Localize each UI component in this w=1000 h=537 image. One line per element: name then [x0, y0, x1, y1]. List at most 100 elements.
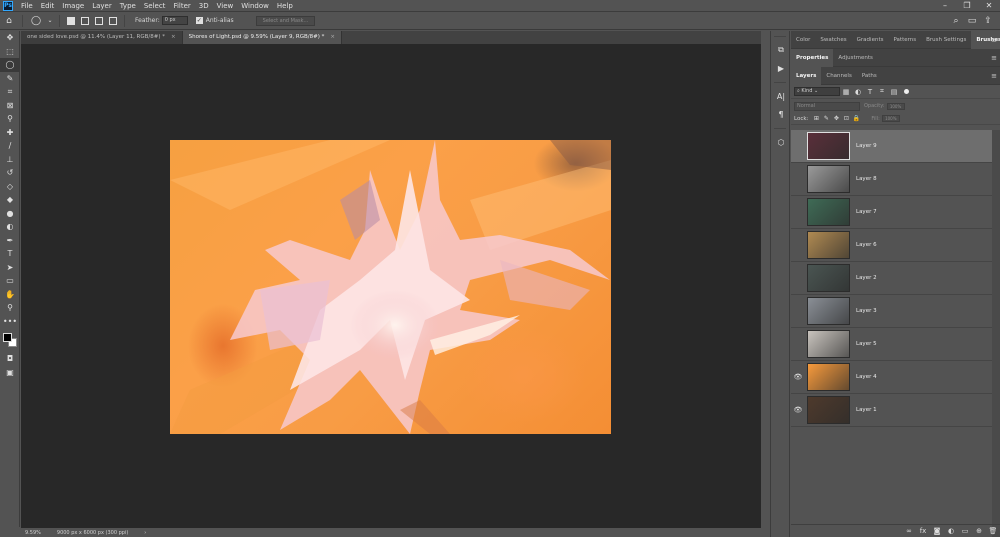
delete-layer-icon[interactable]: 🗑 [986, 527, 1000, 535]
lock-image-icon[interactable]: ✎ [821, 115, 831, 122]
layer-name[interactable]: Layer 2 [856, 275, 877, 281]
layer-name[interactable]: Layer 1 [856, 407, 877, 413]
kind-filter-select[interactable]: ⌕ Kind ⌄ [794, 87, 840, 96]
crop-tool-icon[interactable]: ⌗ [0, 85, 20, 99]
menu-image[interactable]: Image [58, 2, 88, 10]
fill-input[interactable]: 100% [881, 115, 900, 122]
menu-view[interactable]: View [213, 2, 238, 10]
blur-tool-icon[interactable]: ● [0, 207, 20, 221]
tab-patterns[interactable]: Patterns [888, 31, 921, 49]
menu-help[interactable]: Help [273, 2, 297, 10]
lock-transparent-icon[interactable]: ⊞ [811, 115, 821, 122]
workspace-icon[interactable]: ▭ [964, 16, 980, 26]
tab-properties[interactable]: Properties [791, 48, 834, 67]
layer-row[interactable]: Layer 9 [791, 130, 992, 163]
path-selection-tool-icon[interactable]: ➤ [0, 261, 20, 275]
brush-tool-icon[interactable]: ∕ [0, 139, 20, 153]
layers-scrollbar[interactable] [992, 130, 1000, 537]
layer-row[interactable]: Layer 5 [791, 328, 992, 361]
dodge-tool-icon[interactable]: ◐ [0, 220, 20, 234]
layer-row[interactable]: 👁 Layer 4 [791, 361, 992, 394]
restore-button[interactable]: ❐ [956, 0, 978, 12]
more-tools-icon[interactable]: ••• [0, 315, 20, 329]
history-brush-tool-icon[interactable]: ↺ [0, 166, 20, 180]
antialias-checkbox[interactable]: ✓ [195, 17, 203, 24]
new-selection-icon[interactable] [67, 16, 75, 25]
menu-select[interactable]: Select [140, 2, 170, 10]
tab-layers[interactable]: Layers [791, 66, 822, 85]
chevron-down-icon[interactable]: ⌄ [47, 14, 53, 28]
lasso-tool-icon[interactable]: ◯ [0, 58, 20, 72]
lock-artboard-icon[interactable]: ⊡ [841, 115, 851, 122]
layer-row[interactable]: Layer 7 [791, 196, 992, 229]
filter-smart-object-icon[interactable]: ▤ [888, 88, 900, 96]
paragraph-panel-icon[interactable]: ¶ [771, 105, 791, 123]
screen-mode-icon[interactable]: ▣ [0, 366, 20, 380]
tab-one-sided-love[interactable]: one sided love.psd @ 11.4% (Layer 11, RG… [21, 31, 183, 44]
layer-row[interactable]: Layer 2 [791, 262, 992, 295]
filter-toggle-icon[interactable] [904, 89, 909, 94]
filter-shape-icon[interactable]: ⌗ [876, 87, 888, 96]
menu-window[interactable]: Window [237, 2, 273, 10]
home-icon[interactable]: ⌂ [2, 14, 16, 28]
character-panel-icon[interactable]: A| [771, 87, 791, 105]
link-layers-icon[interactable]: ∞ [902, 527, 916, 535]
intersect-selection-icon[interactable] [109, 16, 117, 25]
status-arrow-icon[interactable]: › [144, 530, 146, 536]
actions-panel-icon[interactable]: ▶ [771, 59, 791, 77]
select-and-mask-button[interactable]: Select and Mask... [255, 15, 316, 26]
paint-bucket-tool-icon[interactable]: ◆ [0, 193, 20, 207]
tab-channels[interactable]: Channels [821, 67, 856, 85]
hand-tool-icon[interactable]: ✋ [0, 288, 20, 302]
menu-file[interactable]: File [17, 2, 37, 10]
add-selection-icon[interactable] [81, 16, 89, 25]
eraser-tool-icon[interactable]: ◇ [0, 180, 20, 194]
canvas-area[interactable] [21, 44, 761, 528]
filter-pixel-icon[interactable]: ▦ [840, 88, 852, 96]
adjustment-layer-icon[interactable]: ◐ [944, 527, 958, 535]
share-icon[interactable]: ⇪ [980, 16, 996, 26]
menu-filter[interactable]: Filter [169, 2, 194, 10]
layer-name[interactable]: Layer 6 [856, 242, 877, 248]
layer-name[interactable]: Layer 9 [856, 143, 877, 149]
opacity-input[interactable]: 100% [886, 102, 905, 110]
add-mask-icon[interactable]: ◙ [930, 527, 944, 535]
clone-stamp-tool-icon[interactable]: ⊥ [0, 153, 20, 167]
new-group-icon[interactable]: ▭ [958, 527, 972, 535]
menu-type[interactable]: Type [116, 2, 140, 10]
feather-input[interactable]: 0 px [161, 16, 188, 25]
panel-menu-icon[interactable]: ≡ [991, 67, 997, 85]
marquee-tool-icon[interactable]: ⬚ [0, 45, 20, 59]
menu-layer[interactable]: Layer [88, 2, 116, 10]
minimize-button[interactable]: – [934, 0, 956, 12]
menu-3d[interactable]: 3D [195, 2, 213, 10]
close-icon[interactable]: × [171, 34, 176, 40]
panel-menu-icon[interactable]: ≡ [991, 31, 997, 49]
layer-row[interactable]: 👁 Layer 1 [791, 394, 992, 427]
layer-row[interactable]: Layer 8 [791, 163, 992, 196]
lock-all-icon[interactable]: 🔒 [851, 115, 861, 122]
layer-row[interactable]: Layer 3 [791, 295, 992, 328]
layer-style-icon[interactable]: fx [916, 527, 930, 535]
foreground-color-swatch[interactable] [3, 333, 12, 342]
filter-adjustment-icon[interactable]: ◐ [852, 88, 864, 96]
layer-name[interactable]: Layer 5 [856, 341, 877, 347]
tab-brush-settings[interactable]: Brush Settings [921, 31, 971, 49]
visibility-eye-icon[interactable]: 👁 [791, 406, 805, 414]
eyedropper-tool-icon[interactable]: ⚲ [0, 112, 20, 126]
rectangle-tool-icon[interactable]: ▭ [0, 274, 20, 288]
subtract-selection-icon[interactable] [95, 16, 103, 25]
blend-mode-select[interactable]: Normal [794, 101, 860, 111]
close-icon[interactable]: × [330, 34, 335, 40]
pen-tool-icon[interactable]: ✒ [0, 234, 20, 248]
search-icon[interactable]: ⌕ [948, 16, 964, 26]
new-layer-icon[interactable]: ⊕ [972, 527, 986, 535]
tab-adjustments[interactable]: Adjustments [833, 49, 877, 67]
quick-mask-icon[interactable]: ◘ [0, 352, 20, 366]
layer-name[interactable]: Layer 3 [856, 308, 877, 314]
tab-swatches[interactable]: Swatches [815, 31, 851, 49]
tab-gradients[interactable]: Gradients [852, 31, 889, 49]
document-image[interactable] [170, 140, 611, 434]
filter-type-icon[interactable]: T [864, 88, 876, 96]
layer-row[interactable]: Layer 6 [791, 229, 992, 262]
